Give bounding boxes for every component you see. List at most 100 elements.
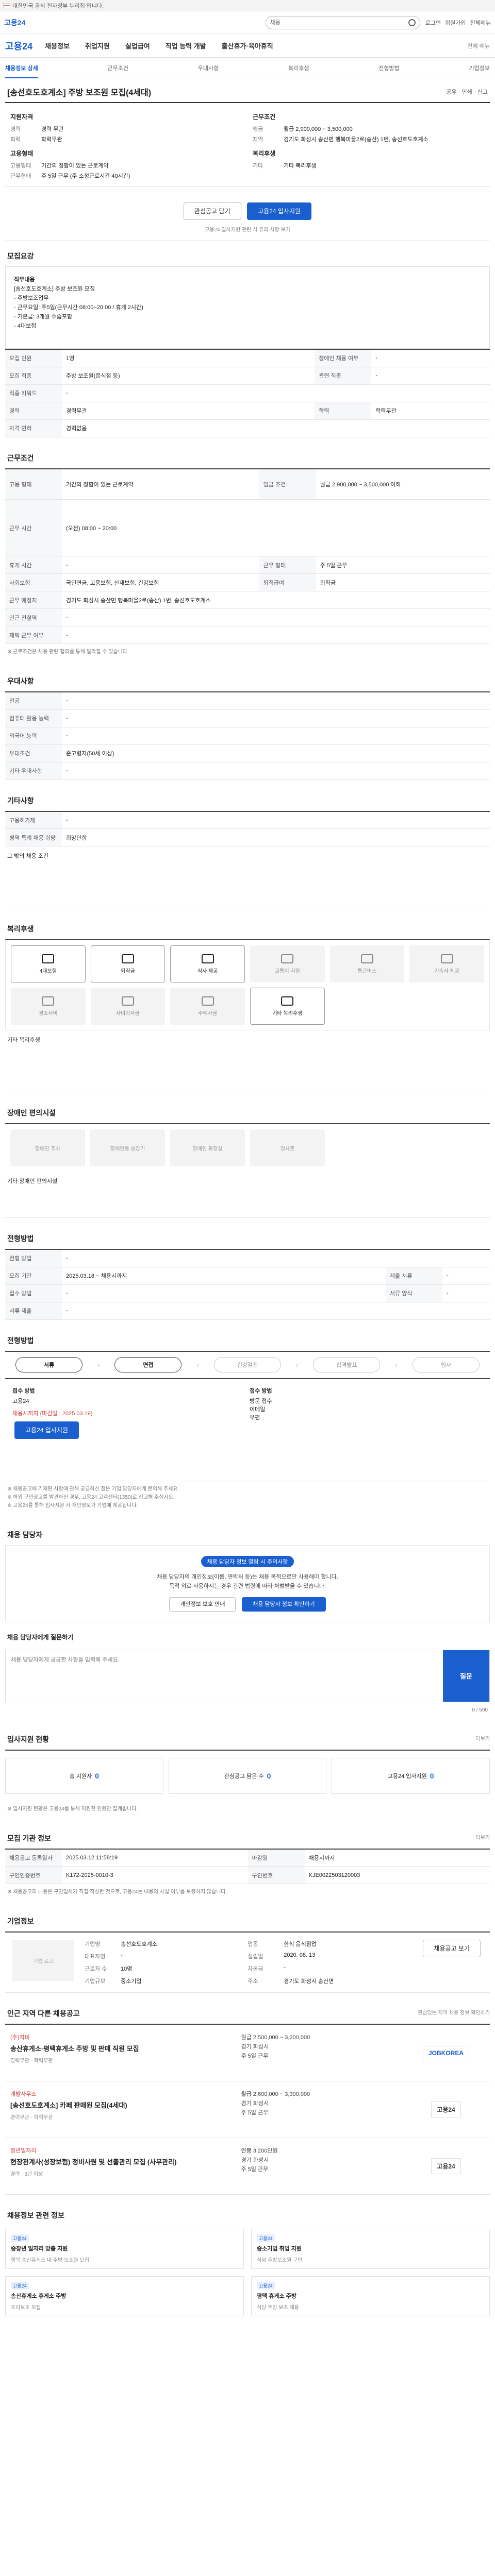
korea-flag-icon (3, 3, 10, 8)
table-key: 휴게 시간 (5, 556, 62, 574)
table-value: - (62, 727, 490, 745)
table-value: 희망안함 (62, 828, 490, 846)
privacy-guide-button[interactable]: 개인정보 보호 안내 (169, 1597, 236, 1612)
recruit-info-note: ※ 채용공고의 내용은 구인업체가 직접 작성한 것으로, 고용24는 내용의 … (7, 1889, 227, 1895)
sitecard-tag: 고용24 (11, 2234, 29, 2242)
tab-welfare[interactable]: 복리후생 (288, 64, 309, 72)
all-menu-link[interactable]: 전체메뉴 (470, 19, 491, 27)
jobcard-title[interactable]: [송선호도호계소] 카페 판매원 모집(4세대) (10, 2100, 236, 2110)
sitecard-title[interactable]: 평택 휴게소 주방 (257, 2292, 484, 2300)
method-right: 접수 방법 방문 접수 이메일 우편 (250, 1386, 483, 1473)
welfare-item: 경조사비 (11, 988, 86, 1025)
desc-line: - 4대보험 (14, 323, 37, 329)
tab-company[interactable]: 기업정보 (469, 64, 489, 72)
table-key: 채용공고 등록일자 (5, 1849, 62, 1867)
login-link[interactable]: 로그인 (425, 19, 441, 27)
notice-line: ※ 고용24를 통해 입사지원 시 개인정보가 기업에 제공됩니다. (7, 1502, 138, 1509)
apply-note[interactable]: 고용24 입사지원 관련 시 유의 사항 보기 (5, 225, 490, 233)
question-input[interactable] (6, 1650, 443, 1702)
summary-key: 근무형태 (10, 173, 31, 179)
table-row: 채용공고 등록일자 2025.03.12 11:58:19 마감일 채용시까지 (5, 1849, 490, 1867)
stat-label: 고용24 입사지원 (387, 1773, 427, 1780)
summary-value: 월급 2,900,000 ~ 3,500,000 (284, 126, 353, 132)
company-actions: 채용공고 보기 (421, 1940, 483, 1985)
method-item: 우편 (250, 1414, 260, 1421)
summary-row: 학력 학력무관 (10, 134, 242, 145)
nav-jobs[interactable]: 채용정보 (45, 41, 70, 50)
method-head: 접수 방법 (250, 1387, 272, 1394)
list-item[interactable]: 고용24 중장년 일자리 맞춤 지원 행복 송산휴게소 내 주방 보조원 모집 (5, 2229, 244, 2269)
jobcard-info-line: 월급 2,500,000 ~ 3,200,000 (241, 2035, 310, 2041)
signup-link[interactable]: 회원가입 (445, 19, 466, 27)
share-button[interactable]: 공유 (446, 88, 456, 96)
sitecard-meta: 조리보조 모집 (11, 2305, 41, 2311)
apply-button[interactable]: 고용24 입사지원 (247, 202, 312, 220)
jobcard-left: 청년일자리 현장관계사(성장보험) 정비사원 및 선출관리 모집 (사무관리) … (10, 2146, 236, 2186)
jobcard-brand: 고용24 (407, 2146, 485, 2186)
method-item: 이메일 (250, 1406, 266, 1413)
desc-line: - 주방보조업무 (14, 295, 49, 301)
stats-more-link[interactable]: 더보기 (475, 1734, 490, 1744)
nav-employment-support[interactable]: 취업지원 (85, 41, 110, 50)
table-key: 우대조건 (5, 744, 62, 762)
sitecard-title[interactable]: 중소기업 취업 지원 (257, 2244, 484, 2252)
table-value: - (62, 384, 490, 402)
welfare-item: 퇴직금 (90, 945, 166, 982)
step-item: 서류 (15, 1357, 82, 1372)
question-submit-button[interactable]: 질문 (443, 1650, 489, 1702)
list-item[interactable]: 청년일자리 현장관계사(성장보험) 정비사원 및 선출관리 모집 (사무관리) … (5, 2138, 490, 2195)
summary-value: 경력 무관 (41, 126, 64, 132)
company-details: 기업명 송선호도호계소 업종 한식 음식점업 대표자명 - 설립일 2020. 08. 13… (85, 1940, 410, 1985)
table-key: 서류 양식 (385, 1284, 442, 1302)
recruit-info-more-link[interactable]: 더보기 (475, 1833, 490, 1843)
report-button[interactable]: 신고 (477, 88, 488, 96)
search-icon[interactable] (408, 19, 416, 26)
table-key: 구인번호 (248, 1866, 305, 1884)
gov-banner-text: 대한민국 공식 전자정부 누리집 입니다. (12, 3, 104, 9)
stat-value: 0 (267, 1771, 271, 1780)
tab-detail[interactable]: 채용정보 상세 (5, 64, 38, 78)
nav-parental-leave[interactable]: 출산휴가·육아휴직 (222, 41, 273, 50)
table-row: 접수 방법 - 서류 양식 - (5, 1284, 490, 1302)
view-contact-button[interactable]: 채용 담당자 정보 확인하기 (242, 1597, 326, 1612)
apply-button-2[interactable]: 고용24 입사지원 (14, 1421, 79, 1439)
tab-preferences[interactable]: 우대사항 (198, 64, 219, 72)
list-item[interactable]: (주)지비 송산휴게소·평택휴게소 주방 및 판매 직원 모집 경력무관 · 학… (5, 2025, 490, 2081)
sitecard-title[interactable]: 송산휴게소 휴게소 주방 (11, 2292, 238, 2300)
list-item[interactable]: 개발사무소 [송선호도호계소] 카페 판매원 모집(4세대) 경력무관 · 학력… (5, 2081, 490, 2138)
brand-logo: 고용24 (431, 2102, 461, 2117)
nav-all-menu[interactable]: 전체 메뉴 (467, 42, 490, 50)
gnb-logo[interactable]: 고용24 (5, 39, 32, 53)
table-value: 월급 2,900,000 ~ 3,500,000 이하 (316, 468, 490, 500)
tab-conditions[interactable]: 근무조건 (108, 64, 128, 72)
site-logo[interactable]: 고용24 (4, 18, 25, 28)
list-item[interactable]: 고용24 평택 휴게소 주방 식당 주방 보조 채용 (251, 2276, 490, 2316)
tab-selection[interactable]: 전형방법 (378, 64, 399, 72)
table-key: 사회보험 (5, 573, 62, 591)
company-key: 자본금 (248, 1966, 263, 1972)
disability-extra: 기타 장애인 편의시설 (5, 1172, 490, 1218)
section-title: 기업정보 (7, 1917, 34, 1925)
print-button[interactable]: 인쇄 (462, 88, 472, 96)
table-key: 재택 근무 여부 (5, 626, 62, 644)
nav-unemployment-benefits[interactable]: 실업급여 (125, 41, 150, 50)
list-item[interactable]: 고용24 중소기업 취업 지원 식당 주방보조원 구인 (251, 2229, 490, 2269)
company-value: 중소기업 (121, 1978, 142, 1985)
table-key: 모집 기간 (5, 1267, 62, 1285)
nav-job-training[interactable]: 직업 능력 개발 (166, 41, 206, 50)
company-value: - (284, 1964, 286, 1971)
save-job-button[interactable]: 관심공고 담기 (183, 202, 241, 220)
table-row: 구인인증번호 K172-2025-0010-3 구인번호 KJE00225031200… (5, 1866, 490, 1884)
search-input[interactable] (270, 19, 408, 26)
table-key: 병역 특례 채용 희망 (5, 828, 62, 846)
list-item[interactable]: 고용24 송산휴게소 휴게소 주방 조리보조 모집 (5, 2276, 244, 2316)
desc-line: - 근무요일: 주5일(근무시간 08:00~20:00 / 휴게 2시간) (14, 304, 143, 311)
company-jobs-button[interactable]: 채용공고 보기 (423, 1940, 481, 1957)
jobcard-title[interactable]: 송산휴게소·평택휴게소 주방 및 판매 직원 모집 (10, 2043, 236, 2053)
summary-key: 기타 (253, 163, 263, 169)
insurance-icon (42, 954, 55, 963)
jobcard-title[interactable]: 현장관계사(성장보험) 정비사원 및 선출관리 모집 (사무관리) (10, 2157, 236, 2166)
sitecard-title[interactable]: 중장년 일자리 맞춤 지원 (11, 2244, 238, 2252)
similar-more-link[interactable]: 관심있는 지역 채용 정보 확인하기 (418, 2008, 490, 2019)
table-row: 경력 경력무관 학력 학력무관 (5, 402, 490, 420)
